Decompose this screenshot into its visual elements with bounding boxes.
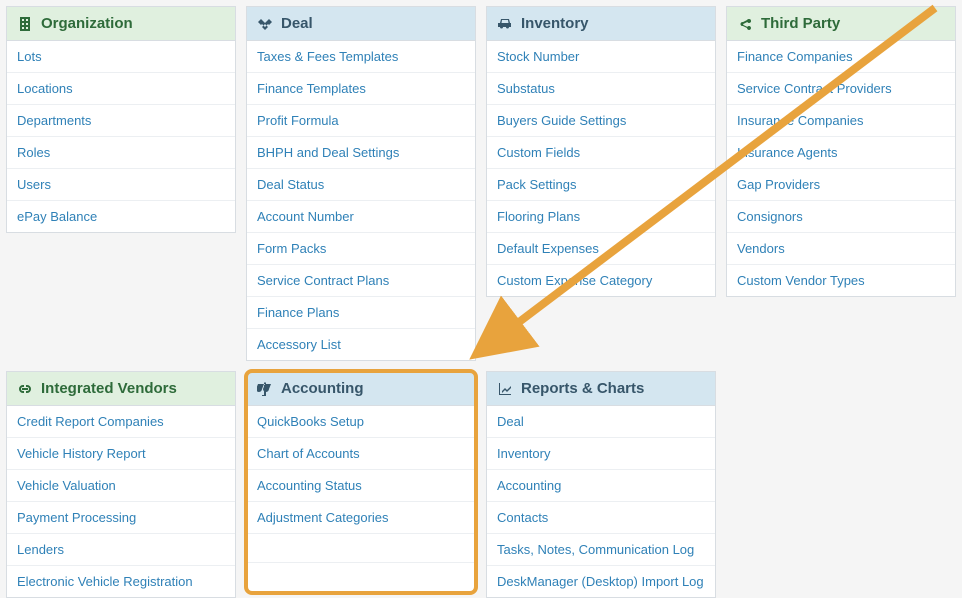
item-quickbooks-setup[interactable]: QuickBooks Setup <box>247 406 475 438</box>
scale-icon <box>257 381 273 397</box>
item-service-contract-plans[interactable]: Service Contract Plans <box>247 265 475 297</box>
item-report-deskmanager-import[interactable]: DeskManager (Desktop) Import Log <box>487 566 715 597</box>
item-locations[interactable]: Locations <box>7 73 235 105</box>
item-form-packs[interactable]: Form Packs <box>247 233 475 265</box>
panel-header-accounting: Accounting <box>247 372 475 406</box>
panel-title: Accounting <box>281 380 364 397</box>
item-taxes-fees-templates[interactable]: Taxes & Fees Templates <box>247 41 475 73</box>
item-account-number[interactable]: Account Number <box>247 201 475 233</box>
panel-title: Inventory <box>521 15 589 32</box>
item-report-deal[interactable]: Deal <box>487 406 715 438</box>
panel-items-inventory: Stock Number Substatus Buyers Guide Sett… <box>487 41 715 296</box>
item-flooring-plans[interactable]: Flooring Plans <box>487 201 715 233</box>
panel-title: Integrated Vendors <box>41 380 177 397</box>
panel-items-organization: Lots Locations Departments Roles Users e… <box>7 41 235 232</box>
item-adjustment-categories[interactable]: Adjustment Categories <box>247 502 475 534</box>
share-icon <box>737 16 753 32</box>
panel-items-accounting: QuickBooks Setup Chart of Accounts Accou… <box>247 406 475 592</box>
panel-reports-charts: Reports & Charts Deal Inventory Accounti… <box>486 371 716 598</box>
panel-integrated-vendors: Integrated Vendors Credit Report Compani… <box>6 371 236 598</box>
item-service-contract-providers[interactable]: Service Contract Providers <box>727 73 955 105</box>
panel-items-integrated: Credit Report Companies Vehicle History … <box>7 406 235 597</box>
item-lots[interactable]: Lots <box>7 41 235 73</box>
item-vendors[interactable]: Vendors <box>727 233 955 265</box>
item-report-contacts[interactable]: Contacts <box>487 502 715 534</box>
item-insurance-agents[interactable]: Insurance Agents <box>727 137 955 169</box>
item-credit-report-companies[interactable]: Credit Report Companies <box>7 406 235 438</box>
item-lenders[interactable]: Lenders <box>7 534 235 566</box>
item-report-tasks-notes[interactable]: Tasks, Notes, Communication Log <box>487 534 715 566</box>
item-finance-companies[interactable]: Finance Companies <box>727 41 955 73</box>
item-buyers-guide-settings[interactable]: Buyers Guide Settings <box>487 105 715 137</box>
item-insurance-companies[interactable]: Insurance Companies <box>727 105 955 137</box>
car-icon <box>497 16 513 32</box>
item-report-inventory[interactable]: Inventory <box>487 438 715 470</box>
panel-header-deal: Deal <box>247 7 475 41</box>
item-profit-formula[interactable]: Profit Formula <box>247 105 475 137</box>
item-roles[interactable]: Roles <box>7 137 235 169</box>
panel-third-party: Third Party Finance Companies Service Co… <box>726 6 956 297</box>
item-stock-number[interactable]: Stock Number <box>487 41 715 73</box>
item-bhph-deal-settings[interactable]: BHPH and Deal Settings <box>247 137 475 169</box>
item-vehicle-valuation[interactable]: Vehicle Valuation <box>7 470 235 502</box>
item-substatus[interactable]: Substatus <box>487 73 715 105</box>
item-finance-templates[interactable]: Finance Templates <box>247 73 475 105</box>
item-gap-providers[interactable]: Gap Providers <box>727 169 955 201</box>
panel-items-deal: Taxes & Fees Templates Finance Templates… <box>247 41 475 360</box>
item-pack-settings[interactable]: Pack Settings <box>487 169 715 201</box>
panel-header-integrated-vendors: Integrated Vendors <box>7 372 235 406</box>
panel-title: Deal <box>281 15 313 32</box>
item-electronic-vehicle-registration[interactable]: Electronic Vehicle Registration <box>7 566 235 597</box>
item-custom-fields[interactable]: Custom Fields <box>487 137 715 169</box>
panel-deal: Deal Taxes & Fees Templates Finance Temp… <box>246 6 476 361</box>
panel-title: Third Party <box>761 15 840 32</box>
chart-line-icon <box>497 381 513 397</box>
item-vehicle-history-report[interactable]: Vehicle History Report <box>7 438 235 470</box>
panel-title: Organization <box>41 15 133 32</box>
item-finance-plans[interactable]: Finance Plans <box>247 297 475 329</box>
item-payment-processing[interactable]: Payment Processing <box>7 502 235 534</box>
item-accounting-status[interactable]: Accounting Status <box>247 470 475 502</box>
building-icon <box>17 16 33 32</box>
item-epay-balance[interactable]: ePay Balance <box>7 201 235 232</box>
item-custom-expense-category[interactable]: Custom Expense Category <box>487 265 715 296</box>
item-users[interactable]: Users <box>7 169 235 201</box>
panel-header-organization: Organization <box>7 7 235 41</box>
panel-items-reports: Deal Inventory Accounting Contacts Tasks… <box>487 406 715 597</box>
item-consignors[interactable]: Consignors <box>727 201 955 233</box>
handshake-icon <box>257 16 273 32</box>
item-report-accounting[interactable]: Accounting <box>487 470 715 502</box>
panel-organization: Organization Lots Locations Departments … <box>6 6 236 233</box>
item-accessory-list[interactable]: Accessory List <box>247 329 475 360</box>
panel-items-third-party: Finance Companies Service Contract Provi… <box>727 41 955 296</box>
panel-header-third-party: Third Party <box>727 7 955 41</box>
item-chart-of-accounts[interactable]: Chart of Accounts <box>247 438 475 470</box>
panel-header-reports-charts: Reports & Charts <box>487 372 715 406</box>
panel-inventory: Inventory Stock Number Substatus Buyers … <box>486 6 716 297</box>
link-icon <box>17 381 33 397</box>
item-deal-status[interactable]: Deal Status <box>247 169 475 201</box>
filler-row <box>247 563 475 592</box>
item-departments[interactable]: Departments <box>7 105 235 137</box>
filler-row <box>247 534 475 563</box>
panel-header-inventory: Inventory <box>487 7 715 41</box>
item-custom-vendor-types[interactable]: Custom Vendor Types <box>727 265 955 296</box>
panel-accounting: Accounting QuickBooks Setup Chart of Acc… <box>246 371 476 593</box>
panel-title: Reports & Charts <box>521 380 644 397</box>
item-default-expenses[interactable]: Default Expenses <box>487 233 715 265</box>
